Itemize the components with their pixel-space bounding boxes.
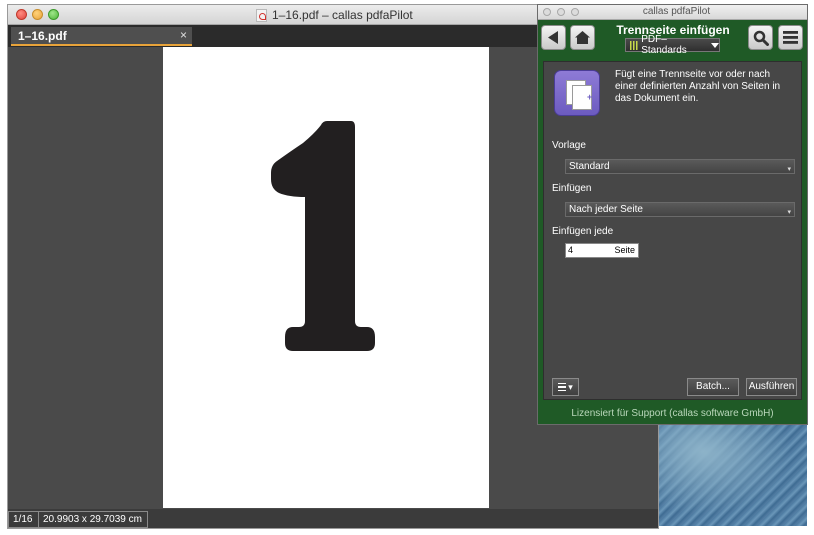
search-button[interactable]	[748, 25, 773, 50]
status-bar: 1/16 20.9903 x 29.7039 cm	[8, 509, 658, 528]
window-title: 1–16.pdf – callas pdfaPilot	[256, 7, 413, 23]
profile-category-dropdown[interactable]: PDF–Standards	[625, 34, 720, 56]
pdfapilot-panel: callas pdfaPilot Trennseite einfügen PDF…	[537, 4, 808, 425]
window-title-text: 1–16.pdf – callas pdfaPilot	[272, 8, 413, 22]
insert-page-icon: +	[554, 70, 600, 116]
close-window-button[interactable]	[16, 9, 27, 20]
chevron-down-icon: ▾	[787, 166, 791, 173]
pdf-file-icon	[256, 8, 267, 22]
zoom-window-button[interactable]	[48, 9, 59, 20]
chevron-down-icon: ▾	[568, 381, 573, 392]
chevron-down-icon	[711, 42, 719, 48]
page-digit-1	[271, 121, 375, 351]
options-menu-button[interactable]: ▾	[552, 378, 579, 396]
fixup-settings-pane: + Fügt eine Trennseite vor oder nach ein…	[543, 61, 802, 400]
list-icon	[558, 383, 567, 391]
einfuegen-jede-input[interactable]: 4 Seite	[565, 243, 639, 258]
pdf-page	[163, 47, 489, 508]
panel-window-title: callas pdfaPilot	[642, 6, 711, 17]
bar-chart-icon	[630, 40, 639, 50]
einfuegen-jede-value: 4	[568, 245, 574, 255]
vorlage-label: Vorlage	[552, 140, 586, 151]
page-counter: 1/16	[8, 511, 39, 528]
fixup-description: Fügt eine Trennseite vor oder nach einer…	[615, 69, 781, 104]
back-button[interactable]	[541, 25, 566, 50]
menu-icon	[783, 31, 798, 44]
license-text: Lizensiert für Support (callas software …	[571, 408, 774, 419]
batch-button[interactable]: Batch...	[687, 378, 739, 396]
home-icon	[575, 31, 590, 44]
page-dimensions: 20.9903 x 29.7039 cm	[38, 511, 148, 528]
close-tab-icon[interactable]: ×	[180, 28, 187, 42]
run-button[interactable]: Ausführen	[746, 378, 797, 396]
vorlage-select[interactable]: Standard ▾	[565, 159, 795, 174]
panel-titlebar[interactable]: callas pdfaPilot	[538, 5, 807, 20]
einfuegen-select[interactable]: Nach jeder Seite ▾	[565, 202, 795, 217]
chevron-down-icon: ▾	[787, 209, 791, 216]
einfuegen-value: Nach jeder Seite	[569, 204, 643, 215]
einfuegen-jede-label: Einfügen jede	[552, 226, 614, 237]
einfuegen-label: Einfügen	[552, 183, 592, 194]
document-tab-label: 1–16.pdf	[18, 29, 67, 43]
profile-category-label: PDF–Standards	[641, 34, 687, 56]
vorlage-value: Standard	[569, 161, 610, 172]
back-arrow-icon	[548, 31, 558, 44]
document-tab[interactable]: 1–16.pdf ×	[11, 27, 192, 46]
search-icon	[753, 30, 769, 46]
minimize-window-button[interactable]	[32, 9, 43, 20]
einfuegen-jede-unit: Seite	[614, 245, 635, 255]
home-button[interactable]	[570, 25, 595, 50]
menu-button[interactable]	[778, 25, 803, 50]
desktop-wallpaper	[659, 420, 807, 526]
